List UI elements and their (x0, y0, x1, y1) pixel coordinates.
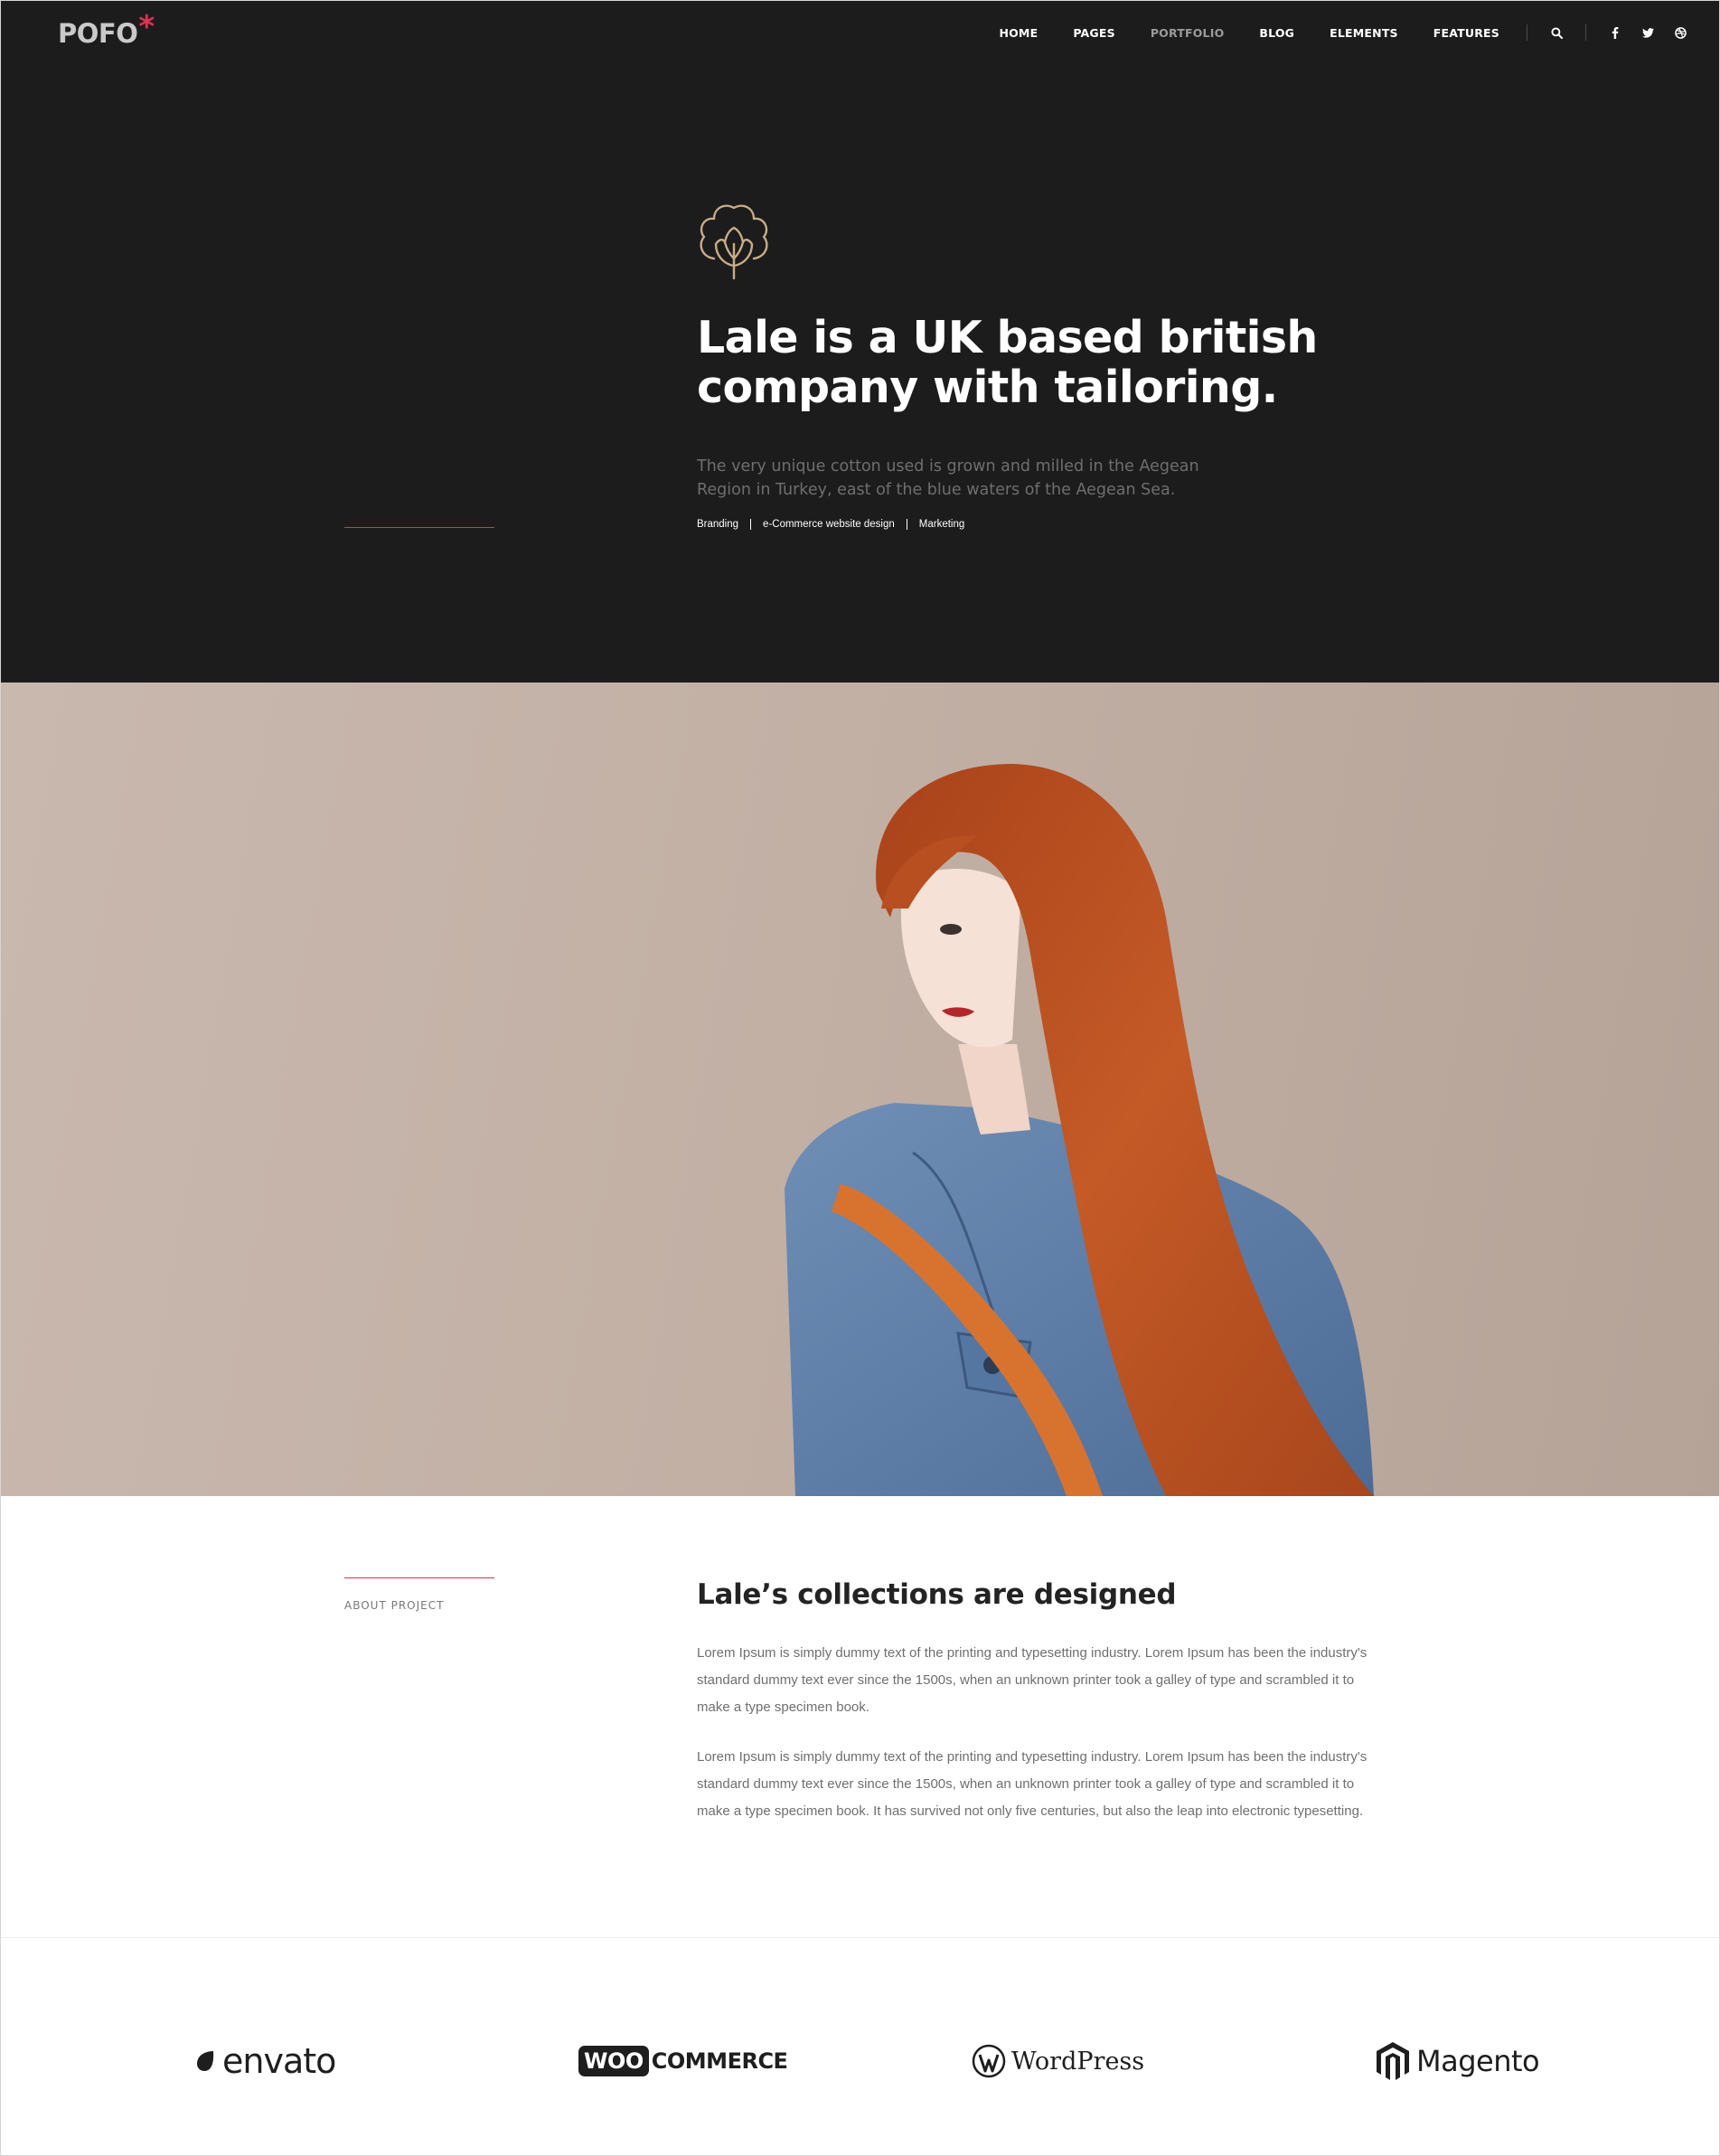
about-title: Lale’s collections are designed (697, 1578, 1177, 1611)
wordpress-logo[interactable]: WordPress (972, 2034, 1144, 2088)
logo-text: POFO (58, 18, 138, 49)
dribbble-icon[interactable] (1664, 22, 1697, 43)
hero-section: POFO* HOME PAGES PORTFOLIO BLOG ELEMENTS… (0, 0, 1720, 683)
logo-mark: * (138, 9, 155, 45)
twitter-icon[interactable] (1631, 22, 1664, 43)
accent-rule (344, 527, 494, 528)
magento-logo[interactable]: Magento (1375, 2034, 1540, 2088)
nav-portfolio[interactable]: PORTFOLIO (1151, 26, 1225, 40)
nav-features[interactable]: FEATURES (1433, 26, 1499, 40)
project-tags: Branding e-Commerce website design Marke… (697, 519, 964, 530)
woo-text: COMMERCE (651, 2048, 788, 2074)
section-divider (0, 1937, 1720, 1938)
logo[interactable]: POFO* (58, 11, 155, 50)
tag-marketing[interactable]: Marketing (919, 519, 965, 530)
model-photo (785, 764, 1374, 1496)
cotton-flower-icon (696, 197, 772, 284)
envato-logo[interactable]: envato (193, 2034, 336, 2088)
tag-ecommerce[interactable]: e-Commerce website design (763, 519, 895, 530)
nav-pages[interactable]: PAGES (1073, 26, 1115, 40)
wordpress-text: WordPress (1011, 2047, 1145, 2076)
search-icon[interactable] (1527, 22, 1585, 43)
main-nav: HOME PAGES PORTFOLIO BLOG ELEMENTS FEATU… (999, 22, 1720, 43)
envato-leaf-icon (197, 2051, 214, 2071)
wordpress-icon (972, 2044, 1006, 2078)
nav-divider (1585, 24, 1586, 41)
facebook-icon[interactable] (1599, 22, 1631, 43)
woocommerce-logo[interactable]: WOO COMMERCE (578, 2034, 788, 2088)
accent-rule (344, 1577, 494, 1578)
hero-title-line-2: company with tailoring. (697, 362, 1278, 413)
nav-blog[interactable]: BLOG (1259, 26, 1294, 40)
about-paragraph-2: Lorem Ipsum is simply dummy text of the … (697, 1749, 1368, 1819)
client-logos: envato WOO COMMERCE WordPress Magento (0, 2034, 1720, 2088)
nav-home[interactable]: HOME (999, 26, 1038, 40)
about-label: ABOUT PROJECT (344, 1599, 445, 1612)
hero-photo (0, 683, 1720, 1496)
hero-title: Lale is a UK based british company with … (697, 313, 1330, 412)
tag-branding[interactable]: Branding (697, 519, 738, 530)
magento-text: Magento (1416, 2044, 1540, 2078)
tag-separator (750, 519, 752, 530)
nav-elements[interactable]: ELEMENTS (1330, 26, 1398, 40)
magento-icon (1377, 2042, 1409, 2080)
hero-title-line-1: Lale is a UK based british (697, 312, 1318, 363)
about-paragraph-1: Lorem Ipsum is simply dummy text of the … (697, 1645, 1368, 1715)
envato-text: envato (222, 2041, 336, 2081)
woo-badge: WOO (578, 2046, 649, 2076)
hero-description: The very unique cotton used is grown and… (697, 457, 1199, 499)
